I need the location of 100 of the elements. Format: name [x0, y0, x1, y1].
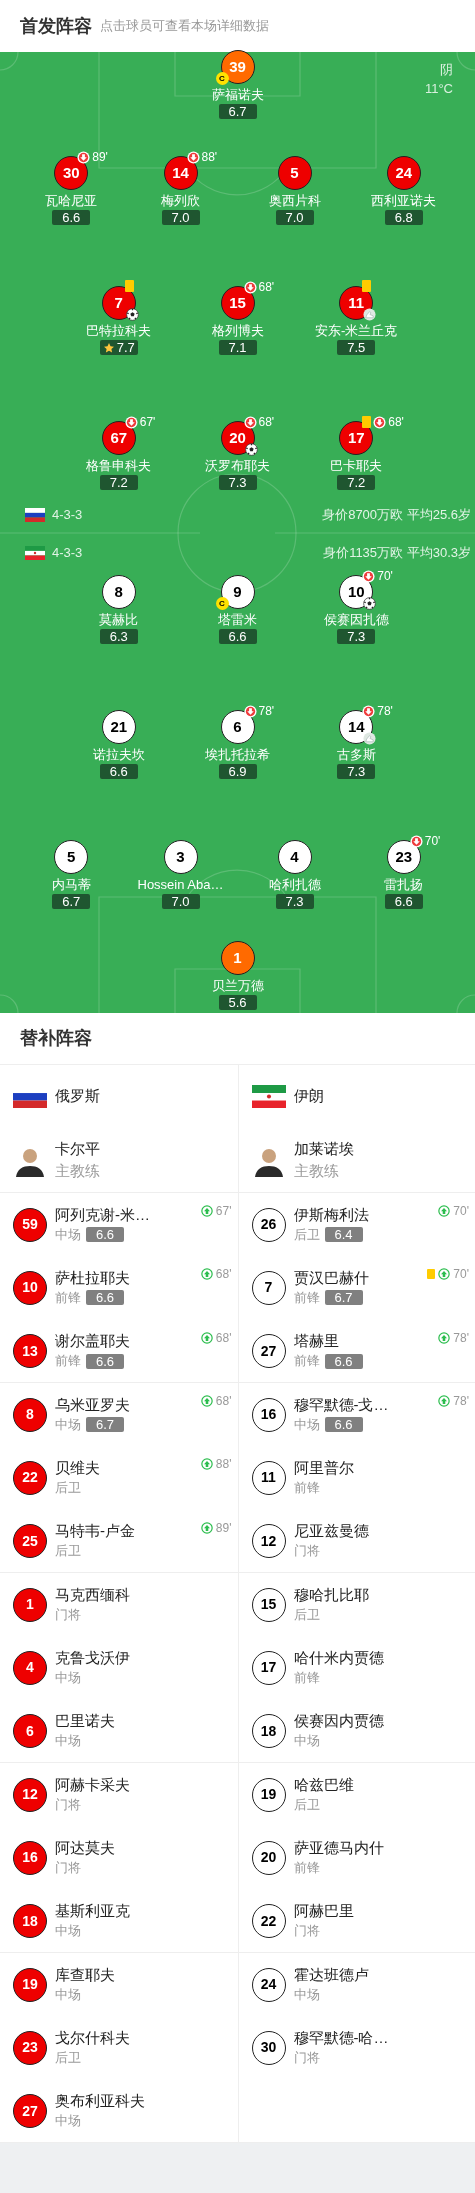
player-name: 萨福诺夫	[211, 87, 264, 103]
sub-minute: 70'	[424, 834, 441, 848]
player-number[interactable]: 8	[13, 1397, 47, 1432]
rating-value: 7.7	[116, 340, 135, 355]
rating-badge: 6.6	[324, 1417, 363, 1433]
section-title: 替补阵容	[20, 1027, 92, 1050]
player-number[interactable]: 17	[251, 1650, 286, 1685]
player-position: 中场	[55, 1922, 81, 1941]
player-number[interactable]: 18	[251, 1714, 286, 1749]
team-value-text: 身价8700万欧 平均25.6岁	[322, 506, 471, 524]
player-number[interactable]: 12	[251, 1524, 286, 1559]
sub-in-icon	[200, 1331, 213, 1344]
player-number[interactable]: 7	[251, 1270, 286, 1305]
player-number[interactable]: 59	[13, 1207, 47, 1242]
player-number[interactable]: 12	[13, 1777, 47, 1812]
sub-in-icon	[438, 1268, 451, 1281]
player-number[interactable]: 15	[251, 1587, 286, 1622]
player-name: 巴特拉科夫	[86, 323, 152, 339]
coach-role: 主教练	[55, 1161, 100, 1181]
player-name: 西利亚诺夫	[371, 193, 437, 209]
player-name: 古多斯	[336, 747, 376, 763]
player-name: 谢尔盖耶夫	[55, 1331, 130, 1352]
sub-minute: 67'	[139, 415, 156, 429]
star-icon	[102, 341, 115, 354]
sub-off-icon	[243, 280, 257, 294]
player-name: 克鲁戈沃伊	[55, 1647, 130, 1668]
player-number[interactable]: 10	[13, 1270, 47, 1305]
rating-value: 5.6	[228, 995, 247, 1010]
player-number[interactable]: 27	[251, 1334, 286, 1369]
sub-minute: 68'	[215, 1267, 232, 1282]
player-name: 格鲁申科夫	[86, 458, 152, 474]
player-number[interactable]: 6	[13, 1714, 47, 1749]
player-number[interactable]: 16	[13, 1840, 47, 1875]
rating-badge: 6.4	[324, 1227, 363, 1243]
player-number[interactable]: 30	[251, 2030, 286, 2065]
player-position: 中场	[293, 1732, 320, 1751]
ball-icon	[125, 308, 139, 321]
player-number[interactable]: 27	[13, 2094, 47, 2129]
player-name: 阿列克谢-米…	[55, 1204, 150, 1225]
player-name: 阿达莫夫	[55, 1837, 115, 1858]
player-number[interactable]: 26	[251, 1207, 286, 1242]
weather-text: 阴	[440, 61, 453, 79]
player-number[interactable]: 19	[251, 1777, 286, 1812]
player-number[interactable]: 24	[251, 1967, 286, 2002]
player-position: 门将	[293, 2048, 320, 2067]
player-position: 前锋	[293, 1352, 320, 1371]
player-name: 贝兰万德	[211, 978, 264, 994]
player-name: 哈什米内贾德	[293, 1647, 384, 1668]
player-number[interactable]: 19	[13, 1967, 47, 2002]
player-number[interactable]: 16	[251, 1397, 286, 1432]
player-position: 前锋	[293, 1478, 320, 1497]
sub-minute: 89'	[92, 150, 108, 164]
player-number[interactable]: 18	[13, 1904, 47, 1939]
player-name: Hossein Aba…	[137, 877, 224, 893]
player-name: 梅列欣	[161, 193, 200, 209]
player-number[interactable]: 22	[251, 1904, 286, 1939]
player-number[interactable]: 23	[13, 2030, 47, 2065]
sub-off-icon	[409, 834, 423, 848]
player-position: 门将	[55, 1605, 81, 1624]
player-name: 巴卡耶夫	[330, 458, 383, 474]
section-title: 首发阵容	[20, 14, 92, 38]
rating-badge: 6.7	[324, 1290, 363, 1306]
player-name: 格列博夫	[211, 323, 264, 339]
player-name: 巴里诺夫	[55, 1711, 115, 1732]
player-position: 中场	[55, 1225, 81, 1244]
player-number[interactable]: 11	[251, 1460, 286, 1495]
player-position: 后卫	[55, 1478, 81, 1497]
player-position: 前锋	[293, 1668, 320, 1687]
player-name: 伊斯梅利法	[293, 1204, 369, 1225]
player-number[interactable]: 22	[13, 1460, 47, 1495]
player-name: 库查耶夫	[55, 1964, 115, 1985]
player-position: 中场	[55, 1732, 81, 1751]
player-position: 中场	[55, 1985, 81, 2004]
player-number[interactable]: 20	[251, 1840, 286, 1875]
player-name: 阿赫巴里	[293, 1901, 354, 1922]
player-number[interactable]: 1	[13, 1587, 47, 1622]
boot-icon	[363, 308, 377, 321]
player-position: 前锋	[55, 1288, 81, 1307]
sub-minute: 68'	[215, 1330, 232, 1345]
player-name: 基斯利亚克	[55, 1901, 130, 1922]
player-number[interactable]: 13	[13, 1334, 47, 1369]
player-name: 雷扎扬	[384, 877, 424, 893]
ball-icon	[244, 443, 258, 456]
player-name: 萨亚德马内什	[293, 1837, 384, 1858]
boot-icon	[363, 732, 377, 745]
player-name: 侯赛因内贾德	[293, 1711, 384, 1732]
player-position: 中场	[293, 1985, 320, 2004]
player-number[interactable]: 4	[13, 1650, 47, 1685]
player-number[interactable]: 25	[13, 1524, 47, 1559]
section-subtitle: 点击球员可查看本场详细数据	[100, 17, 269, 36]
rating-value: 6.6	[394, 894, 413, 909]
rating-badge: 6.6	[86, 1353, 125, 1369]
sub-minute: 78'	[258, 704, 275, 718]
player-position: 后卫	[293, 1225, 320, 1244]
rating-value: 7.3	[347, 629, 366, 644]
sub-minute: 78'	[377, 704, 393, 718]
rating-value: 7.2	[347, 475, 366, 490]
player-position: 前锋	[293, 1288, 320, 1307]
player-position: 后卫	[55, 2048, 81, 2067]
player-name: 沃罗布耶夫	[205, 458, 270, 474]
